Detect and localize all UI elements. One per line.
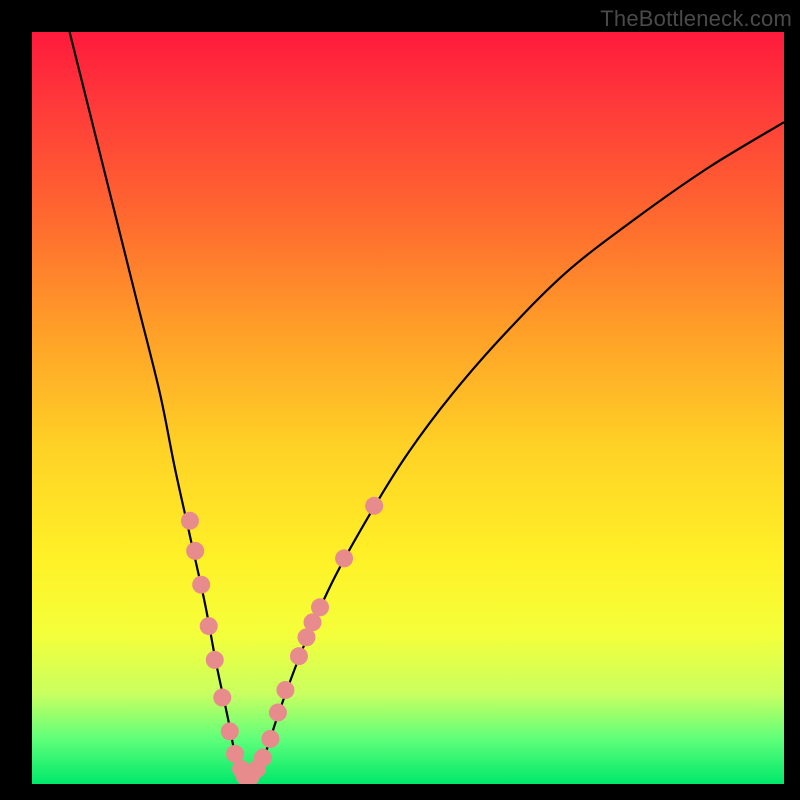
data-marker xyxy=(269,704,287,722)
curve-layer xyxy=(70,32,784,779)
data-marker xyxy=(335,549,353,567)
data-marker xyxy=(290,647,308,665)
data-marker xyxy=(192,576,210,594)
data-marker xyxy=(200,617,218,635)
chart-frame: TheBottleneck.com xyxy=(0,0,800,800)
data-marker xyxy=(276,681,294,699)
chart-svg xyxy=(32,32,784,784)
data-marker xyxy=(186,542,204,560)
data-marker xyxy=(181,512,199,530)
plot-area xyxy=(32,32,784,784)
data-marker xyxy=(254,749,272,767)
bottleneck-curve xyxy=(70,32,784,779)
data-marker xyxy=(365,497,383,515)
data-marker xyxy=(221,722,239,740)
watermark-text: TheBottleneck.com xyxy=(600,6,792,32)
data-marker xyxy=(206,651,224,669)
data-marker xyxy=(261,730,279,748)
data-marker xyxy=(311,598,329,616)
data-marker xyxy=(213,689,231,707)
